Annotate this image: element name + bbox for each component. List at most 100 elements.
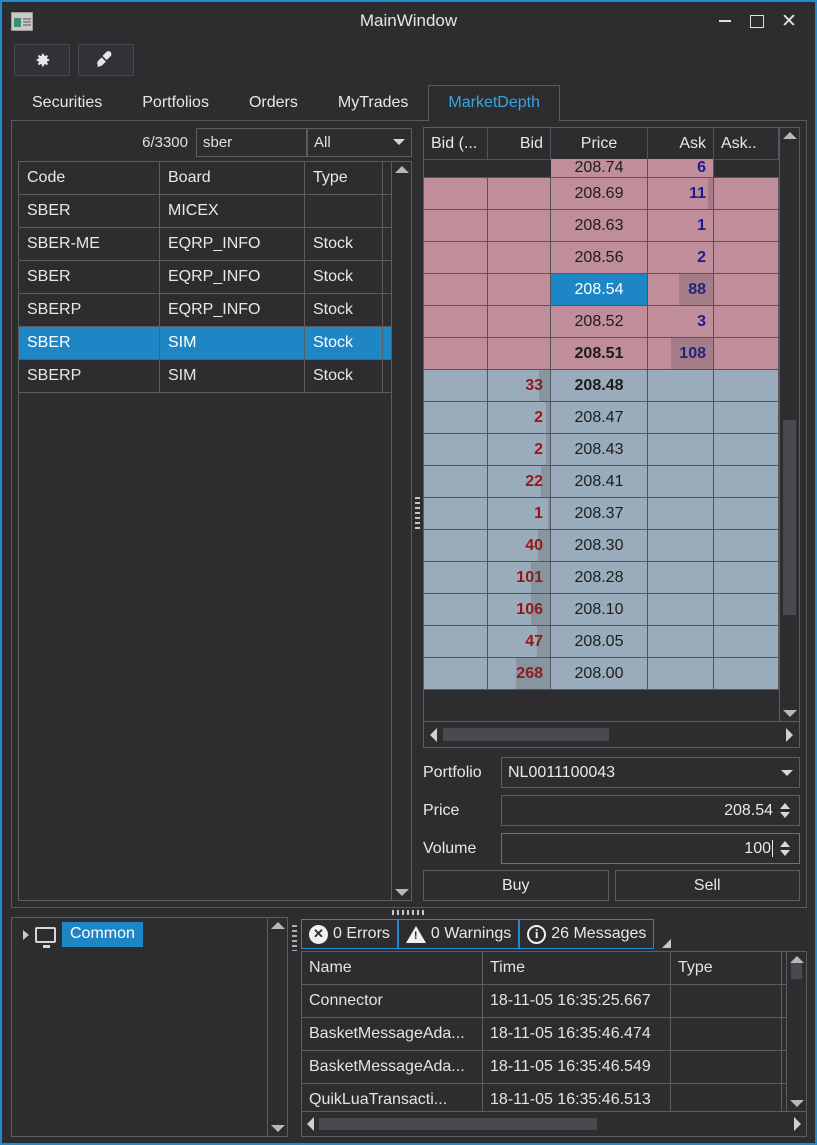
depth-row-bid[interactable]: 2 208.43 bbox=[424, 434, 779, 466]
warnings-toggle[interactable]: 0 Warnings bbox=[397, 919, 520, 949]
log-vertical-scrollbar[interactable] bbox=[786, 952, 806, 1111]
securities-header-type[interactable]: Type bbox=[305, 162, 383, 195]
stepper-down-icon[interactable] bbox=[780, 850, 790, 856]
marketdepth-area: 6/3300 All Code Board Type bbox=[12, 121, 806, 907]
depth-header-ask-cum[interactable]: Ask.. bbox=[714, 128, 779, 160]
depth-row-ask-selected[interactable]: 208.54 88 bbox=[424, 274, 779, 306]
tab-portfolios[interactable]: Portfolios bbox=[122, 85, 229, 121]
tab-mytrades[interactable]: MyTrades bbox=[318, 85, 429, 121]
depth-row-bid[interactable]: 47 208.05 bbox=[424, 626, 779, 658]
scroll-down-icon[interactable] bbox=[394, 889, 409, 896]
depth-row-ask[interactable]: 208.69 11 bbox=[424, 178, 779, 210]
table-row[interactable]: SBER MICEX bbox=[19, 195, 399, 228]
scroll-up-icon[interactable] bbox=[270, 922, 285, 929]
depth-horizontal-scrollbar[interactable] bbox=[424, 721, 799, 747]
depth-row-ask[interactable]: 208.63 1 bbox=[424, 210, 779, 242]
settings-button[interactable] bbox=[14, 44, 70, 76]
depth-scroll-track[interactable] bbox=[783, 139, 796, 710]
scroll-up-icon[interactable] bbox=[782, 132, 797, 139]
log-tree-scrollbar[interactable] bbox=[267, 918, 287, 1136]
depth-header-ask[interactable]: Ask bbox=[648, 128, 714, 160]
cell-log-time: 18-11-05 16:35:46.474 bbox=[483, 1018, 671, 1051]
scroll-up-icon[interactable] bbox=[394, 166, 409, 173]
tab-marketdepth[interactable]: MarketDepth bbox=[428, 85, 560, 121]
log-row[interactable]: QuikLuaTransacti... 18-11-05 16:35:46.51… bbox=[302, 1084, 786, 1111]
depth-row-bid[interactable]: 268 208.00 bbox=[424, 658, 779, 690]
log-scroll-thumb[interactable] bbox=[791, 963, 802, 979]
depth-hscroll-thumb[interactable] bbox=[443, 728, 609, 741]
close-button[interactable]: ✕ bbox=[773, 6, 805, 36]
log-row[interactable]: Connector 18-11-05 16:35:25.667 bbox=[302, 985, 796, 1018]
price-input[interactable]: 208.54 bbox=[501, 795, 800, 826]
table-row[interactable]: SBERP EQRP_INFO Stock bbox=[19, 294, 399, 327]
depth-header-price[interactable]: Price bbox=[551, 128, 648, 160]
depth-row-bid[interactable]: 22 208.41 bbox=[424, 466, 779, 498]
stepper-up-icon[interactable] bbox=[780, 841, 790, 847]
log-row[interactable]: BasketMessageAda... 18-11-05 16:35:46.47… bbox=[302, 1018, 796, 1051]
securities-header-board[interactable]: Board bbox=[160, 162, 305, 195]
scroll-up-icon[interactable] bbox=[789, 956, 804, 963]
volume-input[interactable]: 100 bbox=[501, 833, 800, 864]
warnings-label: 0 Warnings bbox=[430, 925, 512, 942]
table-row[interactable]: SBER-ME EQRP_INFO Stock bbox=[19, 228, 399, 261]
depth-scroll-thumb[interactable] bbox=[783, 420, 796, 615]
scroll-left-icon[interactable] bbox=[307, 1117, 314, 1131]
connect-button[interactable] bbox=[78, 44, 134, 76]
log-panel-grip[interactable] bbox=[288, 917, 301, 1137]
securities-header-code[interactable]: Code bbox=[19, 162, 160, 195]
tree-item-common[interactable]: Common bbox=[15, 921, 267, 948]
depth-row-ask-best[interactable]: 208.51 108 bbox=[424, 338, 779, 370]
depth-row-bid[interactable]: 40 208.30 bbox=[424, 530, 779, 562]
log-row[interactable]: BasketMessageAda... 18-11-05 16:35:46.54… bbox=[302, 1051, 796, 1084]
errors-toggle[interactable]: ✕ 0 Errors bbox=[301, 919, 398, 949]
depth-row-bid[interactable]: 106 208.10 bbox=[424, 594, 779, 626]
log-hscroll-thumb[interactable] bbox=[319, 1118, 597, 1130]
scroll-down-icon[interactable] bbox=[782, 710, 797, 717]
log-header-time[interactable]: Time bbox=[483, 952, 671, 985]
log-header-name[interactable]: Name bbox=[302, 952, 483, 985]
depth-row-bid[interactable]: 1 208.37 bbox=[424, 498, 779, 530]
depth-row-ask[interactable]: 208.56 2 bbox=[424, 242, 779, 274]
chevron-right-icon[interactable] bbox=[23, 929, 29, 940]
table-row[interactable]: SBERP SIM Stock bbox=[19, 360, 399, 393]
portfolio-select[interactable]: NL0011100043 bbox=[501, 757, 800, 788]
scroll-left-icon[interactable] bbox=[430, 727, 437, 742]
depth-header-bid[interactable]: Bid bbox=[488, 128, 551, 160]
log-header-type[interactable]: Type bbox=[671, 952, 782, 985]
table-row-selected[interactable]: SBER SIM Stock bbox=[19, 327, 399, 360]
price-stepper[interactable] bbox=[777, 803, 793, 818]
vertical-splitter[interactable] bbox=[412, 127, 423, 901]
depth-vertical-scrollbar[interactable] bbox=[779, 128, 799, 721]
sell-button[interactable]: Sell bbox=[614, 870, 800, 901]
scroll-right-icon[interactable] bbox=[786, 727, 793, 742]
log-horizontal-scrollbar[interactable] bbox=[302, 1111, 806, 1136]
log-panel: ✕ 0 Errors 0 Warnings i 26 Messages bbox=[301, 917, 807, 1137]
minimize-button[interactable] bbox=[709, 6, 741, 36]
depth-row-bid[interactable]: 2 208.47 bbox=[424, 402, 779, 434]
securities-type-filter[interactable]: All bbox=[307, 127, 412, 157]
volume-bar bbox=[515, 658, 550, 689]
stepper-down-icon[interactable] bbox=[780, 812, 790, 818]
tab-securities[interactable]: Securities bbox=[12, 85, 122, 121]
depth-row-ask[interactable]: 208.52 3 bbox=[424, 306, 779, 338]
cell-ask bbox=[648, 530, 714, 562]
stepper-up-icon[interactable] bbox=[780, 803, 790, 809]
depth-row-bid-best[interactable]: 33 208.48 bbox=[424, 370, 779, 402]
scroll-right-icon[interactable] bbox=[794, 1117, 801, 1131]
price-value: 208.54 bbox=[724, 801, 773, 819]
table-row[interactable]: SBER EQRP_INFO Stock bbox=[19, 261, 399, 294]
volume-stepper[interactable] bbox=[777, 841, 793, 856]
depth-header-bid-cum[interactable]: Bid (... bbox=[424, 128, 488, 160]
scroll-down-icon[interactable] bbox=[789, 1100, 804, 1107]
maximize-button[interactable] bbox=[741, 6, 773, 36]
securities-search-input[interactable] bbox=[196, 127, 307, 157]
securities-scrollbar[interactable] bbox=[391, 162, 411, 900]
horizontal-splitter[interactable] bbox=[2, 908, 815, 917]
buy-button[interactable]: Buy bbox=[423, 870, 609, 901]
messages-toggle[interactable]: i 26 Messages bbox=[519, 919, 655, 949]
depth-row-ask[interactable]: 208.74 6 bbox=[424, 159, 779, 178]
tab-orders[interactable]: Orders bbox=[229, 85, 318, 121]
overflow-icon[interactable] bbox=[662, 939, 672, 948]
depth-row-bid[interactable]: 101 208.28 bbox=[424, 562, 779, 594]
scroll-down-icon[interactable] bbox=[270, 1125, 285, 1132]
